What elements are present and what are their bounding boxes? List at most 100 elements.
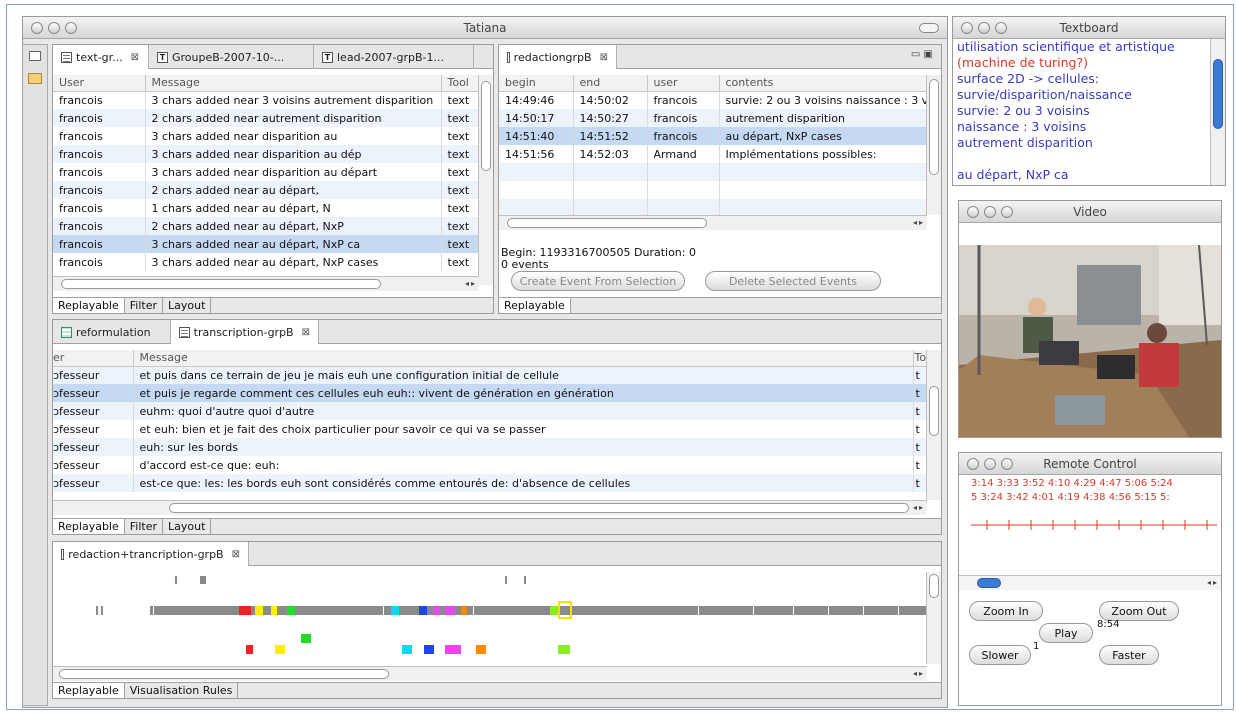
text-table-vscroll[interactable] [478,75,493,285]
column-header-tool[interactable]: Tool [441,75,479,92]
table-row[interactable]: ɔfesseur d'accord est-ce que: euh: t [53,456,927,474]
scroll-arrows-icon[interactable]: ◂▸ [465,279,477,288]
scroll-thumb[interactable] [61,279,381,289]
timeline-segment[interactable] [461,606,467,615]
timeline-visualisation[interactable] [53,566,927,666]
timeline-segment[interactable] [255,606,263,615]
scroll-thumb[interactable] [929,386,939,436]
timeline-vscroll[interactable] [926,572,941,664]
table-row[interactable]: ɔfesseur et puis dans ce terrain de jeu j… [53,366,927,384]
delete-events-button[interactable]: Delete Selected Events [705,271,881,291]
video-frame[interactable] [959,245,1221,437]
textboard-vscroll[interactable] [1210,39,1225,185]
table-row[interactable]: ɔfesseur et euh: bien et je fait des choi… [53,420,927,438]
table-row-selected[interactable]: ɔfesseur et puis je regarde comment ces c… [53,384,927,402]
timeline-event[interactable] [275,645,285,654]
remote-timescale[interactable]: 3:14 3:33 3:52 4:10 4:29 4:47 5:06 5:24 … [959,477,1221,577]
scroll-arrows-icon[interactable]: ◂▸ [913,218,925,227]
remote-titlebar[interactable]: Remote Control [959,453,1221,475]
table-row[interactable]: francois 3 chars added near disparition a… [53,127,479,145]
tab-filter[interactable]: Filter [125,519,164,534]
timeline-tick[interactable] [505,576,507,584]
tab-reformulation[interactable]: reformulation [53,320,171,344]
timeline-segment[interactable] [433,606,439,615]
timeline-tick[interactable] [175,576,177,584]
scroll-thumb[interactable] [481,81,491,171]
transcription-vscroll[interactable] [926,350,941,500]
faster-button[interactable]: Faster [1099,645,1159,665]
scroll-thumb[interactable] [59,669,389,679]
table-row[interactable]: francois 3 chars added near 3 voisins aut… [53,91,479,109]
table-row[interactable]: 14:49:46 14:50:02 francois survie: 2 ou 3 v… [499,91,927,109]
tab-layout[interactable]: Layout [163,519,212,534]
slower-button[interactable]: Slower [969,645,1031,665]
timeline-tick[interactable] [96,606,98,615]
timeline-event[interactable] [424,645,434,654]
timeline-tick[interactable] [200,576,206,584]
column-header-end[interactable]: end [573,75,648,92]
timeline-tick[interactable] [524,576,526,584]
tab-layout[interactable]: Layout [163,298,212,313]
tab-redaction-grpb[interactable]: redactiongrpB ⊠ [499,45,617,69]
timeline-segment[interactable] [287,606,295,615]
table-row[interactable]: francois 1 chars added near au départ, Nt… [53,199,479,217]
timeline-event[interactable] [246,645,253,654]
column-header-message[interactable]: Message [145,75,442,92]
timeline-event[interactable] [476,645,486,654]
scroll-arrows-icon[interactable]: ◂▸ [913,669,925,678]
close-tab-icon[interactable]: ⊠ [131,52,139,63]
scroll-thumb[interactable] [929,79,939,175]
timeline-track[interactable] [150,606,926,615]
text-table-hscroll[interactable]: ◂▸ [53,276,479,291]
close-tab-icon[interactable]: ⊠ [600,52,608,63]
table-row[interactable]: ɔfesseur euhm: quoi d'autre quoi d'autre t [53,402,927,420]
column-header-user[interactable]: User [53,75,146,92]
timeline-segment[interactable] [271,606,277,615]
timeline-segment[interactable] [391,606,399,615]
play-button[interactable]: Play [1039,623,1093,643]
scroll-arrows-icon[interactable]: ◂▸ [1207,578,1219,587]
scroll-thumb[interactable] [507,218,707,228]
timeline-segment[interactable] [239,606,251,615]
remote-hscroll[interactable]: ◂▸ [959,575,1221,590]
tab-filter[interactable]: Filter [125,298,164,313]
tab-redaction-transcription[interactable]: redaction+trancription-grpB ⊠ [53,542,249,566]
column-header-message[interactable]: Message [133,350,914,367]
textboard-titlebar[interactable]: Textboard [953,17,1225,39]
table-row[interactable]: 14:51:56 14:52:03 Armand Implémentations po… [499,145,927,163]
zoom-out-button[interactable]: Zoom Out [1099,601,1179,621]
timeline-event[interactable] [558,645,570,654]
tab-lead-grpb[interactable]: T lead-2007-grpB-1... [314,45,474,69]
redaction-table-vscroll[interactable] [926,75,941,215]
table-row[interactable]: francois 3 chars added near disparition a… [53,145,479,163]
tab-transcription-grpb[interactable]: transcription-grpB ⊠ [171,320,319,344]
tab-replayable[interactable]: Replayable [53,683,125,698]
scroll-thumb[interactable] [1213,59,1223,129]
timeline-tick[interactable] [101,606,103,615]
table-row[interactable]: ɔfesseur euh: sur les bords t [53,438,927,456]
toolbar-toggle-icon[interactable] [919,23,939,33]
redaction-table-hscroll[interactable]: ◂▸ [499,215,927,230]
time-ruler[interactable] [959,513,1221,537]
tab-replayable[interactable]: Replayable [53,519,125,534]
table-row-selected[interactable]: 14:51:40 14:51:52 francois au départ, NxP c… [499,127,927,145]
table-row[interactable]: francois 2 chars added near autrement dis… [53,109,479,127]
tab-groupe-b[interactable]: T GroupeB-2007-10-... [149,45,314,69]
video-titlebar[interactable]: Video [959,201,1221,223]
close-tab-icon[interactable]: ⊠ [232,549,240,560]
scroll-thumb[interactable] [929,574,939,598]
timeline-event[interactable] [445,645,461,654]
timeline-event[interactable] [301,634,311,643]
scroll-thumb[interactable] [169,503,909,513]
create-event-button[interactable]: Create Event From Selection [511,271,685,291]
zoom-in-button[interactable]: Zoom In [969,601,1043,621]
table-row[interactable]: francois 2 chars added near au départ, Nx… [53,217,479,235]
table-row[interactable]: francois 2 chars added near au départ, tex… [53,181,479,199]
scroll-arrows-icon[interactable]: ◂▸ [913,503,925,512]
timeline-segment[interactable] [445,606,455,615]
table-row[interactable]: francois 3 chars added near au départ, Nx… [53,253,479,271]
table-row[interactable]: francois 3 chars added near disparition a… [53,163,479,181]
scroll-thumb[interactable] [977,578,1001,588]
tab-replayable[interactable]: Replayable [53,298,125,313]
textboard-content[interactable]: utilisation scientifique et artistique (… [955,39,1209,182]
